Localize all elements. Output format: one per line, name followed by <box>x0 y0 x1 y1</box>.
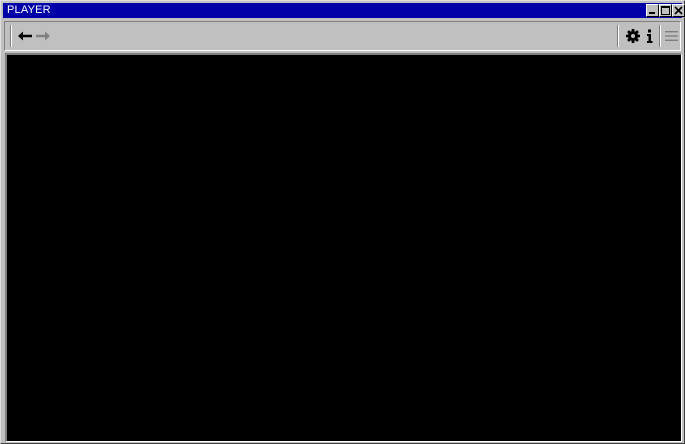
player-window: PLAYER <box>0 0 685 444</box>
title-bar[interactable]: PLAYER <box>3 3 685 18</box>
close-icon <box>674 6 683 15</box>
maximize-button[interactable] <box>659 4 672 17</box>
menu-button[interactable] <box>662 26 682 46</box>
forward-button[interactable] <box>33 26 53 46</box>
video-display[interactable] <box>5 53 682 442</box>
arrow-right-icon <box>36 31 50 41</box>
toolbar-separator <box>659 25 661 47</box>
arrow-left-icon <box>18 31 32 41</box>
toolbar-separator <box>617 25 619 47</box>
close-button[interactable] <box>672 4 685 17</box>
toolbar <box>4 21 681 51</box>
back-button[interactable] <box>15 26 35 46</box>
info-icon <box>647 29 653 43</box>
hamburger-menu-icon <box>665 31 678 41</box>
toolbar-grip <box>10 25 12 47</box>
window-title: PLAYER <box>7 4 51 16</box>
minimize-button[interactable] <box>646 4 659 17</box>
info-button[interactable] <box>640 26 660 46</box>
